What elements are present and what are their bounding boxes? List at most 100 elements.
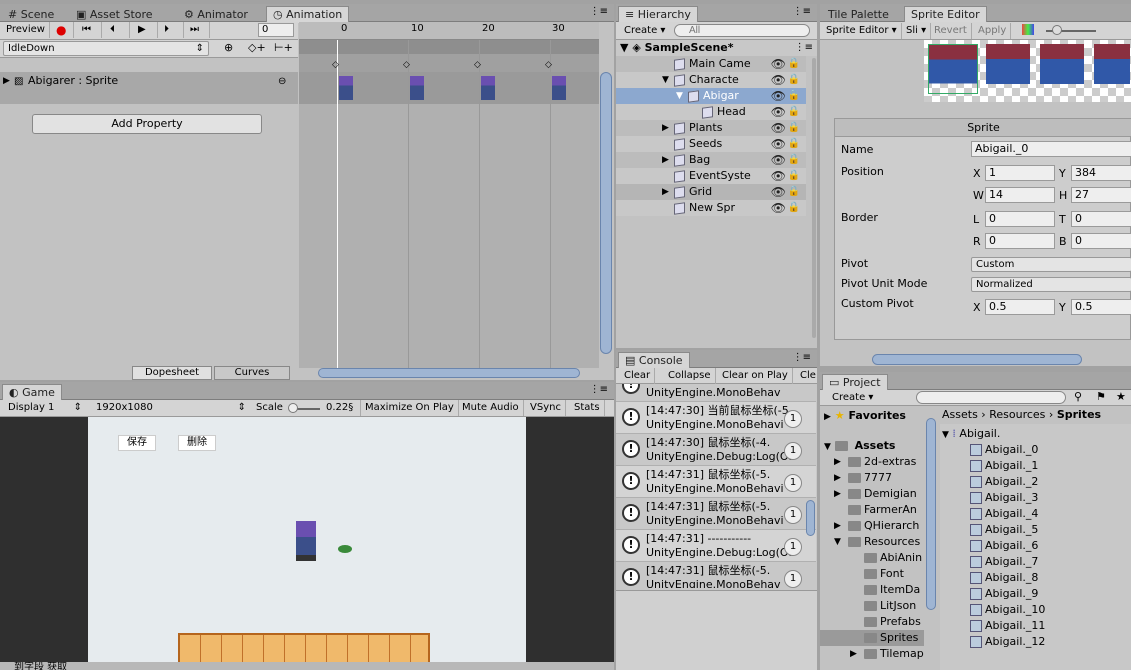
project-folder[interactable]: Prefabs	[820, 614, 924, 630]
lock-icon[interactable]: 🔒	[788, 88, 800, 104]
panel-menu-icon[interactable]: ⋮≡	[793, 6, 811, 17]
sprite-asset-row[interactable]: Abigail._7	[970, 554, 1038, 570]
color-channel-icon[interactable]	[1022, 24, 1034, 35]
sprite-asset-row[interactable]: Abigail._5	[970, 522, 1038, 538]
mute-audio-button[interactable]: Mute Audio	[458, 400, 524, 416]
keyframe-diamond[interactable]: ◇	[332, 60, 339, 70]
tab-game[interactable]: ◐ Game	[2, 384, 62, 401]
visibility-eye-icon[interactable]: 👁	[771, 200, 786, 216]
expand-triangle-icon[interactable]: ▶	[834, 518, 841, 534]
scene-row[interactable]: ▼ ◈ SampleScene* ⋮≡	[616, 40, 817, 56]
sprite-keyframe-thumb[interactable]	[339, 76, 353, 100]
sprite-frame[interactable]	[986, 44, 1030, 94]
sprite-asset-row[interactable]: Abigail._2	[970, 474, 1038, 490]
project-folder[interactable]: ▶ Tilemap	[820, 646, 924, 662]
visibility-eye-icon[interactable]: 👁	[771, 72, 786, 88]
console-scrollbar[interactable]	[806, 500, 815, 536]
project-folder[interactable]: Font	[820, 566, 924, 582]
hierarchy-scrollbar[interactable]	[812, 58, 816, 338]
keyframe-diamond[interactable]: ◇	[474, 60, 481, 70]
sprite-frame[interactable]	[1094, 44, 1130, 94]
keyframe-diamond[interactable]: ◇	[403, 60, 410, 70]
revert-button[interactable]: Revert	[930, 23, 972, 39]
visibility-eye-icon[interactable]: 👁	[771, 56, 786, 72]
favorite-star-icon[interactable]: ★	[1116, 390, 1126, 403]
expand-triangle-icon[interactable]: ▶	[662, 184, 669, 200]
sprite-sheet-row[interactable]: ▼ ⁞ Abigail.	[942, 426, 1000, 442]
tab-sprite-editor[interactable]: Sprite Editor	[904, 6, 987, 23]
last-key-button[interactable]: ⏭	[186, 22, 210, 38]
project-folder[interactable]: ▼ Resources	[820, 534, 924, 550]
custom-pivot-y-field[interactable]: 0.5	[1071, 299, 1131, 315]
sprite-asset-row[interactable]: Abigail._3	[970, 490, 1038, 506]
scene-menu-icon[interactable]: ⋮≡	[795, 40, 813, 56]
stats-button[interactable]: Stats	[570, 400, 605, 416]
project-tree-scrollbar[interactable]	[926, 418, 936, 610]
sprite-asset-row[interactable]: Abigail._8	[970, 570, 1038, 586]
lock-icon[interactable]: 🔒	[788, 200, 800, 216]
pivot-unit-dropdown[interactable]: Normalized	[971, 277, 1131, 292]
border-r-field[interactable]: 0	[985, 233, 1055, 249]
favorites-row[interactable]: ▶ ★ Favorites	[824, 408, 906, 424]
project-folder[interactable]: LitJson	[820, 598, 924, 614]
console-log-row[interactable]: ! [14:47:30] 鼠标坐标(-4. UnityEngine.Debug:Lo…	[616, 434, 816, 466]
visibility-eye-icon[interactable]: 👁	[771, 152, 786, 168]
sprite-frame[interactable]	[1040, 44, 1084, 94]
filter-type-icon[interactable]: ⚲	[1074, 390, 1082, 403]
sprite-asset-row[interactable]: Abigail._4	[970, 506, 1038, 522]
sprite-editor-mode-dropdown[interactable]: Sprite Editor ▾	[822, 23, 902, 39]
zoom-slider-thumb[interactable]	[1052, 25, 1062, 35]
project-folder[interactable]: ▶ 2d-extras	[820, 454, 924, 470]
expand-triangle-icon[interactable]: ▼	[824, 442, 831, 452]
project-folder[interactable]: AbiAnin	[820, 550, 924, 566]
tab-hierarchy[interactable]: ≡ Hierarchy	[618, 6, 698, 23]
event-marker-icon[interactable]: ⊢+	[274, 41, 293, 54]
preview-button[interactable]: Preview	[2, 22, 50, 38]
resolution-dropdown[interactable]: 1920x1080 ⇕	[92, 401, 250, 416]
hierarchy-item[interactable]: ▶ Grid 👁 🔒	[616, 184, 806, 200]
width-field[interactable]: 14	[985, 187, 1055, 203]
visibility-eye-icon[interactable]: 👁	[771, 120, 786, 136]
sprite-keyframe-thumb[interactable]	[481, 76, 495, 100]
hierarchy-item[interactable]: ▼ Abigar 👁 🔒	[616, 88, 806, 104]
hierarchy-item[interactable]: ▶ Plants 👁 🔒	[616, 120, 806, 136]
console-log-row[interactable]: ! [14:47:31] 鼠标坐标(-5. UnityEngine.MonoBeha…	[616, 466, 816, 498]
lock-icon[interactable]: 🔒	[788, 184, 800, 200]
breadcrumb-resources[interactable]: Resources	[989, 408, 1045, 421]
lock-icon[interactable]: 🔒	[788, 104, 800, 120]
playhead[interactable]	[337, 40, 338, 368]
expand-triangle-icon[interactable]: ▼	[662, 72, 669, 88]
hierarchy-item[interactable]: Head 👁 🔒	[616, 104, 806, 120]
save-button[interactable]: 保存	[118, 435, 156, 451]
panel-menu-icon[interactable]: ⋮≡	[793, 352, 811, 363]
hierarchy-item[interactable]: Main Came 👁 🔒	[616, 56, 806, 72]
expand-triangle-icon[interactable]: ▶	[824, 412, 831, 422]
visibility-eye-icon[interactable]: 👁	[771, 136, 786, 152]
project-folder[interactable]: Sprites	[820, 630, 924, 646]
sprite-asset-row[interactable]: Abigail._12	[970, 634, 1045, 650]
prev-key-button[interactable]: ⏴	[106, 22, 130, 38]
timeline-vscroll[interactable]	[600, 72, 612, 354]
panel-menu-icon[interactable]: ⋮≡	[590, 384, 608, 395]
border-b-field[interactable]: 0	[1071, 233, 1131, 249]
maximize-on-play-button[interactable]: Maximize On Play	[360, 400, 459, 416]
breadcrumb-assets[interactable]: Assets	[942, 408, 978, 421]
console-log-row[interactable]: ! UnityEngine.MonoBehav	[616, 384, 816, 402]
tab-tile-palette[interactable]: Tile Palette	[822, 7, 895, 22]
hierarchy-item[interactable]: ▶ Bag 👁 🔒	[616, 152, 806, 168]
lock-icon[interactable]: 🔒	[788, 152, 800, 168]
create-dropdown[interactable]: Create ▾	[620, 23, 669, 39]
sprite-frame[interactable]	[928, 44, 978, 94]
expand-triangle-icon[interactable]: ▶	[834, 454, 841, 470]
hierarchy-item[interactable]: Seeds 👁 🔒	[616, 136, 806, 152]
display-dropdown[interactable]: Display 1 ⇕	[4, 401, 86, 416]
hierarchy-item[interactable]: New Spr 👁 🔒	[616, 200, 806, 216]
scale-slider-thumb[interactable]	[288, 403, 298, 413]
console-log-row[interactable]: ! [14:47:31] ----------- UnityEngine.Debug…	[616, 530, 816, 562]
add-property-button[interactable]: Add Property	[32, 114, 262, 134]
project-folder[interactable]: ▶ 7777	[820, 470, 924, 486]
visibility-eye-icon[interactable]: 👁	[771, 168, 786, 184]
position-y-field[interactable]: 384	[1071, 165, 1131, 181]
console-log-row[interactable]: ! [14:47:31] 鼠标坐标(-5. UnityEngine.MonoBeha…	[616, 498, 816, 530]
record-button[interactable]: ●	[52, 22, 74, 38]
